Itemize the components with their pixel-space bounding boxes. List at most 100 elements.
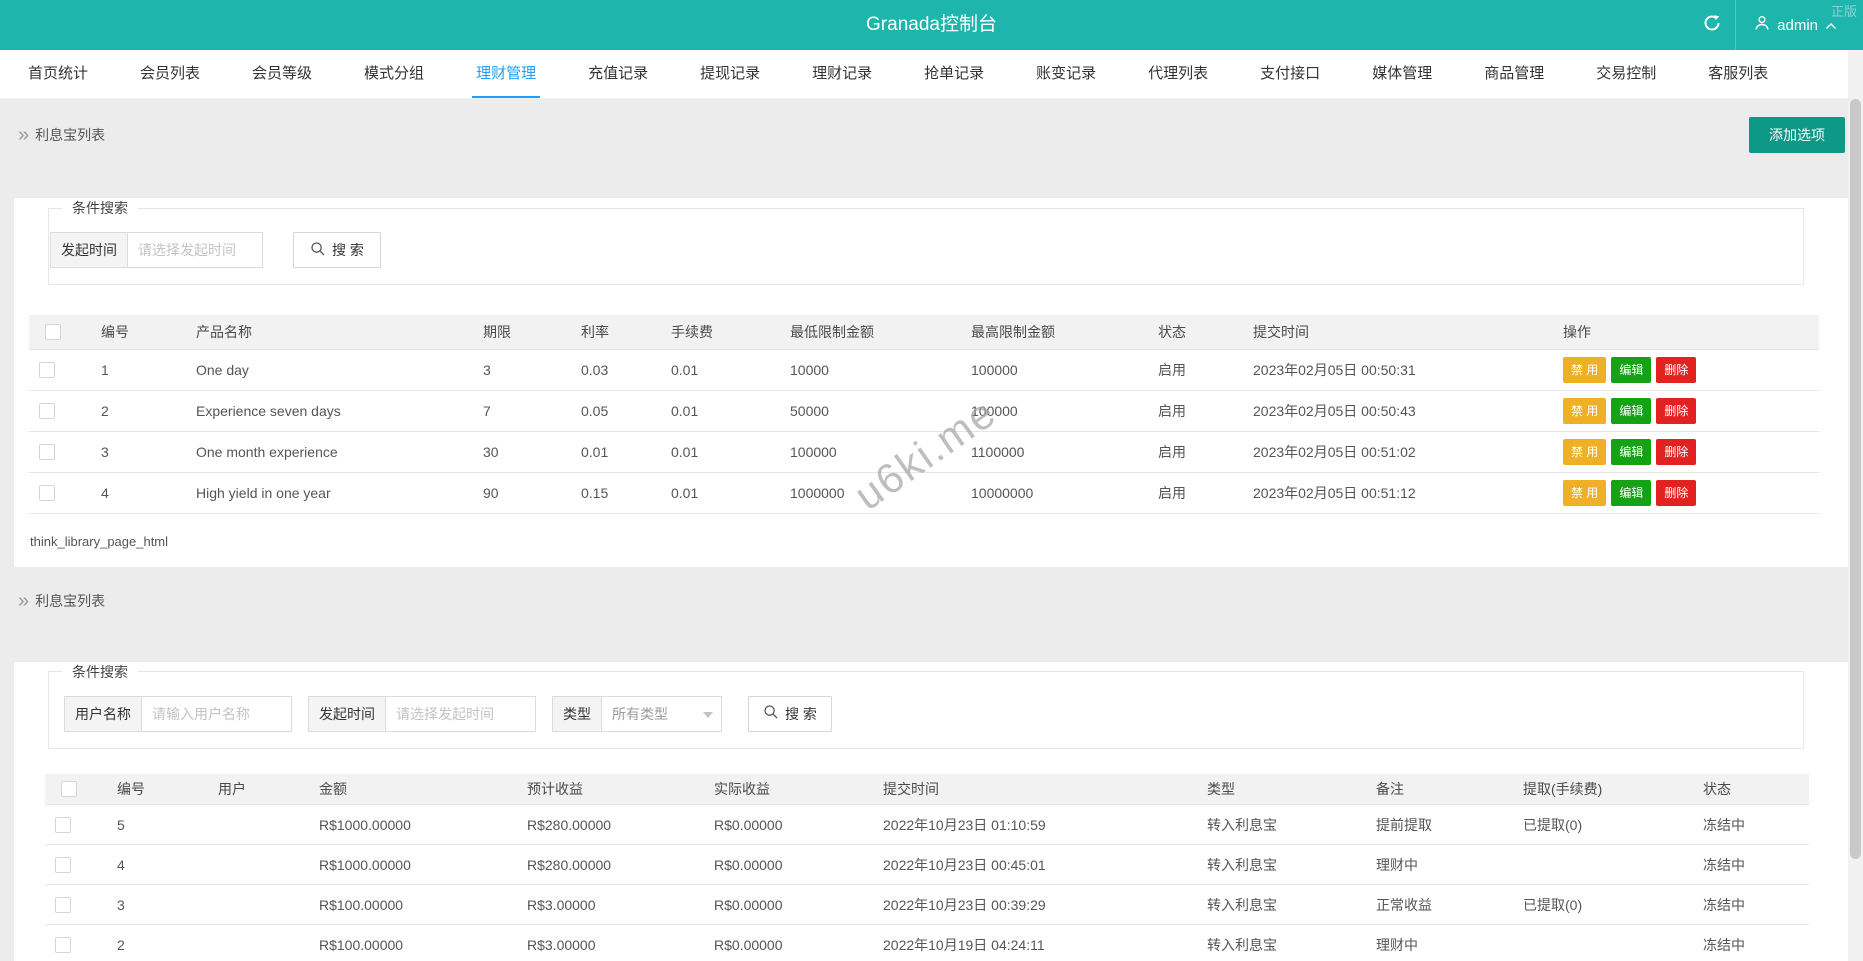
refresh-button[interactable] [1689,0,1735,50]
cell-max: 100000 [961,390,1148,432]
column-header: 提交时间 [873,773,1197,805]
row-checkbox[interactable] [55,816,71,833]
search-icon [763,704,779,723]
interest-record-table: 编号 用户 金额 预计收益 实际收益 提交时间 类型 备注 提取(手续费) 状态 5 R$1000.… [45,773,1809,961]
column-header: 用户 [208,773,309,805]
disable-button[interactable]: 禁 用 [1563,479,1607,506]
delete-button[interactable]: 删除 [1656,356,1697,383]
cell-user [208,804,309,845]
cell-fee: 0.01 [661,472,780,514]
cell-name: One day [186,349,473,391]
cell-id: 3 [91,431,186,473]
nav-tab[interactable]: 客服列表 [1682,50,1794,98]
nav-tab[interactable]: 抢单记录 [898,50,1010,98]
column-header: 期限 [473,315,571,350]
nav-tab[interactable]: 媒体管理 [1346,50,1458,98]
cell-time: 2022年10月23日 01:10:59 [873,804,1197,845]
disable-button[interactable]: 禁 用 [1563,397,1607,424]
edit-button[interactable]: 编辑 [1611,479,1652,506]
search-button-label: 搜 索 [332,242,364,258]
nav-tab[interactable]: 会员列表 [114,50,226,98]
search-icon [310,241,326,260]
select-all-checkbox[interactable] [45,323,61,340]
nav-tab[interactable]: 商品管理 [1458,50,1570,98]
nav-tab[interactable]: 账变记录 [1010,50,1122,98]
nav-tab[interactable]: 代理列表 [1122,50,1234,98]
checkbox-cell [45,924,107,961]
user-name-group: 用户名称 [64,695,292,732]
cell-withdraw [1513,924,1693,961]
nav-tab[interactable]: 理财管理 [450,50,562,98]
checkbox-cell [29,349,91,391]
cell-expected: R$280.00000 [517,804,704,845]
delete-button[interactable]: 删除 [1656,397,1697,424]
edit-button[interactable]: 编辑 [1611,438,1652,465]
start-time-input[interactable] [128,232,263,268]
cell-fee: 0.01 [661,390,780,432]
scrollbar-thumb[interactable] [1850,99,1861,859]
cell-id: 4 [107,844,208,885]
nav-tab[interactable]: 首页统计 [2,50,114,98]
nav-tab[interactable]: 提现记录 [674,50,786,98]
column-header: 手续费 [661,315,780,350]
table-header-row: 编号 产品名称 期限 利率 手续费 最低限制金额 最高限制金额 状态 提交时间 操作 [29,315,1819,350]
nav-tab[interactable]: 会员等级 [226,50,338,98]
start-time-input[interactable] [386,695,536,732]
nav-tab[interactable]: 理财记录 [786,50,898,98]
table-row: 2 Experience seven days 7 0.05 0.01 50000 1000… [29,390,1819,432]
disable-button[interactable]: 禁 用 [1563,438,1607,465]
user-name-input[interactable] [142,695,292,732]
type-select[interactable]: 所有类型 [602,695,722,732]
cell-status: 启用 [1148,431,1243,473]
top-bar: Granada控制台 正版 admin [0,0,1863,50]
cell-id: 2 [91,390,186,432]
cell-max: 10000000 [961,472,1148,514]
edit-button[interactable]: 编辑 [1611,356,1652,383]
row-checkbox[interactable] [39,402,55,419]
cell-fee: 0.01 [661,431,780,473]
person-icon [1754,15,1770,35]
cell-actions: 禁 用编辑 删除 [1553,390,1819,432]
cell-name: Experience seven days [186,390,473,432]
row-checkbox[interactable] [39,443,55,460]
start-time-group: 发起时间 [308,695,536,732]
disable-button[interactable]: 禁 用 [1563,356,1607,383]
nav-tab[interactable]: 模式分组 [338,50,450,98]
row-checkbox[interactable] [39,484,55,501]
checkbox-cell [45,804,107,845]
delete-button[interactable]: 删除 [1656,479,1697,506]
table-row: 4 R$1000.00000 R$280.00000 R$0.00000 2022年10… [45,844,1809,885]
nav-tab[interactable]: 交易控制 [1570,50,1682,98]
search-button-1[interactable]: 搜 索 [293,232,381,268]
row-checkbox[interactable] [55,936,71,953]
type-label: 类型 [552,695,602,732]
row-checkbox[interactable] [55,896,71,913]
cell-time: 2022年10月23日 00:39:29 [873,884,1197,925]
nav-tab[interactable]: 支付接口 [1234,50,1346,98]
user-menu[interactable]: admin [1736,0,1855,50]
cell-note: 正常收益 [1366,884,1513,925]
cell-time: 2022年10月19日 04:24:11 [873,924,1197,961]
search-button-2[interactable]: 搜 索 [748,695,832,732]
cell-status: 启用 [1148,349,1243,391]
delete-button[interactable]: 删除 [1656,438,1697,465]
cell-fee: 0.01 [661,349,780,391]
cell-actions: 禁 用编辑 删除 [1553,349,1819,391]
breadcrumb-icon: » [18,123,29,146]
scrollbar-track[interactable] [1848,50,1863,961]
add-option-button[interactable]: 添加选项 [1749,116,1845,153]
checkbox-cell [45,884,107,925]
cell-id: 3 [107,884,208,925]
cell-actual: R$0.00000 [704,844,873,885]
header-checkbox-cell [45,773,107,805]
page-head-1: » 利息宝列表 添加选项 [0,99,1863,170]
nav-tab[interactable]: 充值记录 [562,50,674,98]
edit-button[interactable]: 编辑 [1611,397,1652,424]
cell-status: 冻结中 [1693,804,1809,845]
row-checkbox[interactable] [55,856,71,873]
row-checkbox[interactable] [39,361,55,378]
cell-min: 1000000 [780,472,961,514]
cell-note: 理财中 [1366,924,1513,961]
select-all-checkbox[interactable] [61,780,77,797]
cell-status: 启用 [1148,390,1243,432]
